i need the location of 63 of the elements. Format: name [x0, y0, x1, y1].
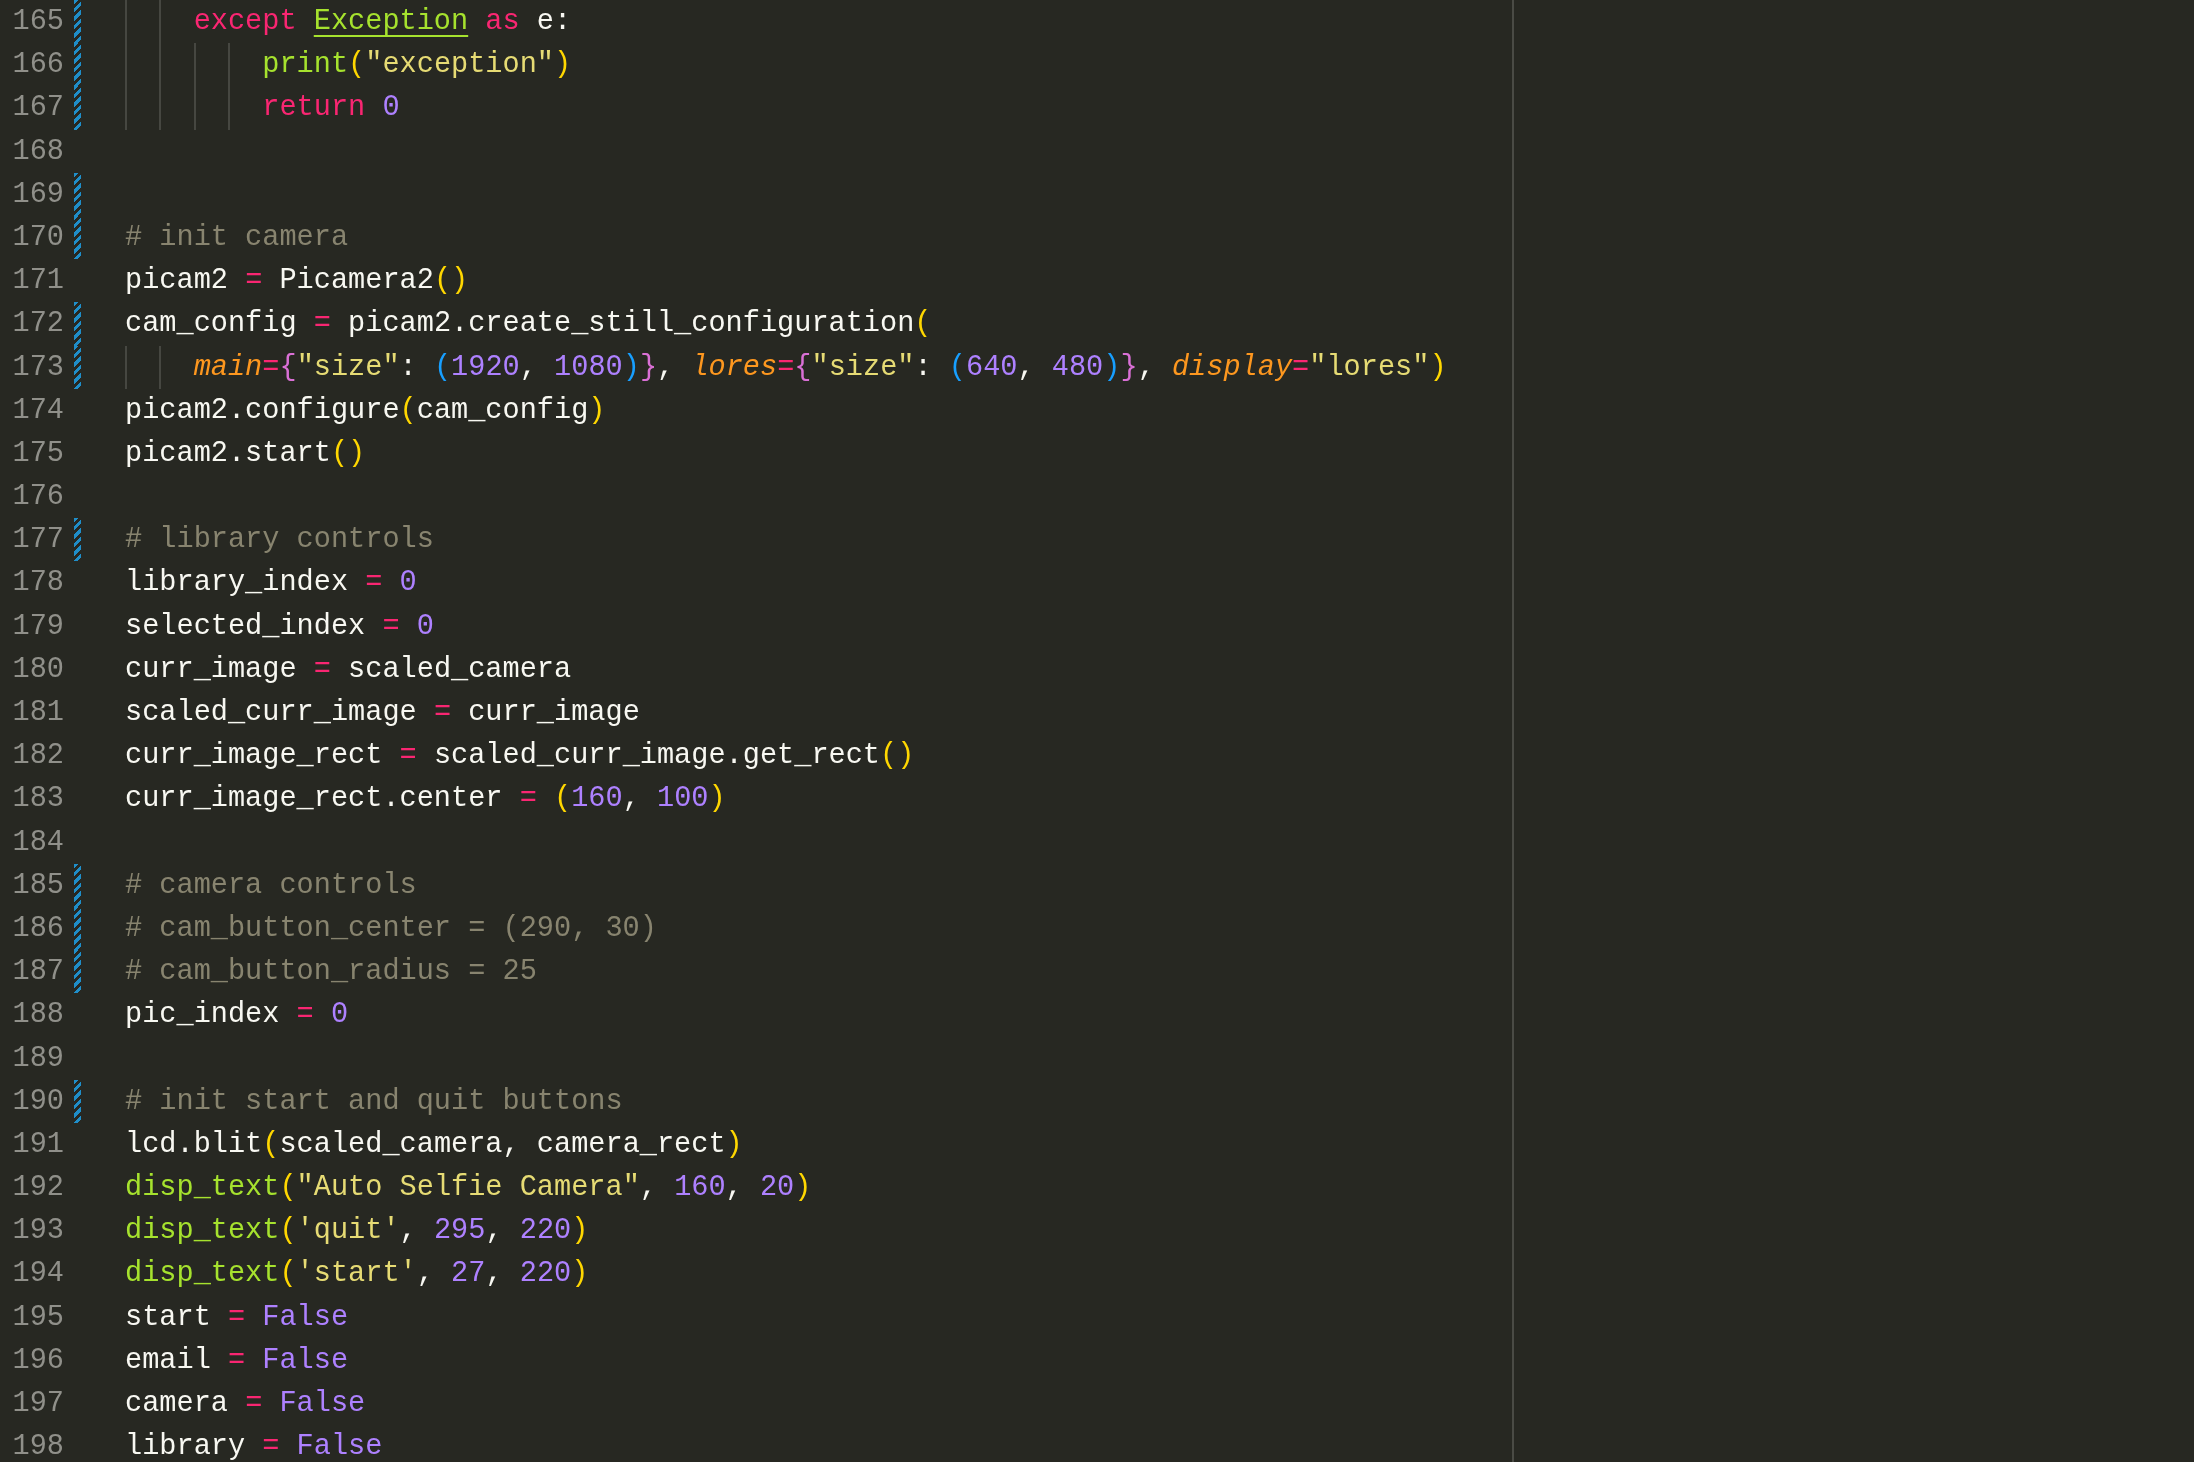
code-line: # init camera — [125, 219, 349, 256]
line-number: 180 — [11, 651, 64, 688]
line-number: 173 — [11, 349, 64, 386]
code-line: main={"size": (1920, 1080)}, lores={"size": (640, 480)}, display="lores") — [192, 349, 1447, 386]
code-line: curr_image_rect = scaled_curr_image.get_rect() — [125, 738, 915, 775]
line-number: 193 — [11, 1213, 64, 1250]
code-line: scaled_curr_image = curr_image — [125, 695, 640, 731]
code-line: # cam_button_center = (290, 30) — [125, 910, 657, 947]
line-number: 186 — [11, 910, 64, 947]
line-number: 185 — [11, 867, 64, 904]
line-number: 187 — [11, 954, 64, 991]
line-number: 179 — [11, 608, 64, 645]
line-number: 181 — [11, 695, 64, 731]
line-number: 165 — [11, 4, 64, 40]
code-line: camera = False — [125, 1386, 366, 1422]
line-number: 182 — [11, 738, 64, 775]
line-number: 176 — [11, 479, 64, 516]
code-line: pic_index = 0 — [125, 997, 349, 1034]
line-number: 170 — [11, 219, 64, 256]
line-number: 191 — [11, 1126, 64, 1163]
code-line: picam2.configure(cam_config) — [125, 392, 606, 429]
line-number: 196 — [11, 1342, 64, 1379]
code-line: picam2.start() — [125, 435, 366, 472]
code-line: library_index = 0 — [125, 565, 417, 602]
line-number: 168 — [11, 133, 64, 170]
line-number: 166 — [11, 47, 64, 84]
line-number: 171 — [11, 263, 64, 300]
line-number: 188 — [11, 997, 64, 1034]
line-number: 175 — [11, 435, 64, 472]
code-line: curr_image_rect.center = (160, 100) — [125, 781, 726, 818]
code-line: library = False — [125, 1429, 383, 1462]
line-number: 195 — [11, 1299, 64, 1336]
code-line: email = False — [125, 1342, 349, 1379]
line-number: 174 — [11, 392, 64, 429]
line-number: 177 — [11, 522, 64, 559]
code-line: print("exception") — [261, 47, 572, 84]
line-number: 192 — [11, 1170, 64, 1207]
code-line: start = False — [125, 1299, 349, 1336]
code-line: except Exception as e: — [192, 4, 572, 40]
code-line: # cam_button_radius = 25 — [125, 954, 537, 991]
line-number: 172 — [11, 306, 64, 343]
line-number: 169 — [11, 176, 64, 213]
code-line: disp_text('start', 27, 220) — [125, 1256, 589, 1293]
code-line: disp_text("Auto Selfie Camera", 160, 20) — [125, 1170, 812, 1207]
code-line: curr_image = scaled_camera — [125, 651, 572, 688]
line-number: 183 — [11, 781, 64, 818]
code-line: picam2 = Picamera2() — [125, 263, 469, 300]
code-line: disp_text('quit', 295, 220) — [125, 1213, 589, 1250]
line-number: 178 — [11, 565, 64, 602]
line-number: 190 — [11, 1083, 64, 1120]
line-number: 197 — [11, 1386, 64, 1422]
line-number: 184 — [11, 824, 64, 861]
code-line: # init start and quit buttons — [125, 1083, 623, 1120]
code-line: # camera controls — [125, 867, 417, 904]
code-line: # library controls — [125, 522, 434, 559]
line-number: 198 — [11, 1429, 64, 1462]
code-line: return 0 — [261, 90, 400, 127]
line-number: 167 — [11, 90, 64, 127]
line-number: 194 — [11, 1256, 64, 1293]
code-line: cam_config = picam2.create_still_configuration( — [125, 306, 932, 343]
code-line: selected_index = 0 — [125, 608, 434, 645]
code-line: lcd.blit(scaled_camera, camera_rect) — [125, 1126, 743, 1163]
line-number: 189 — [11, 1040, 64, 1077]
